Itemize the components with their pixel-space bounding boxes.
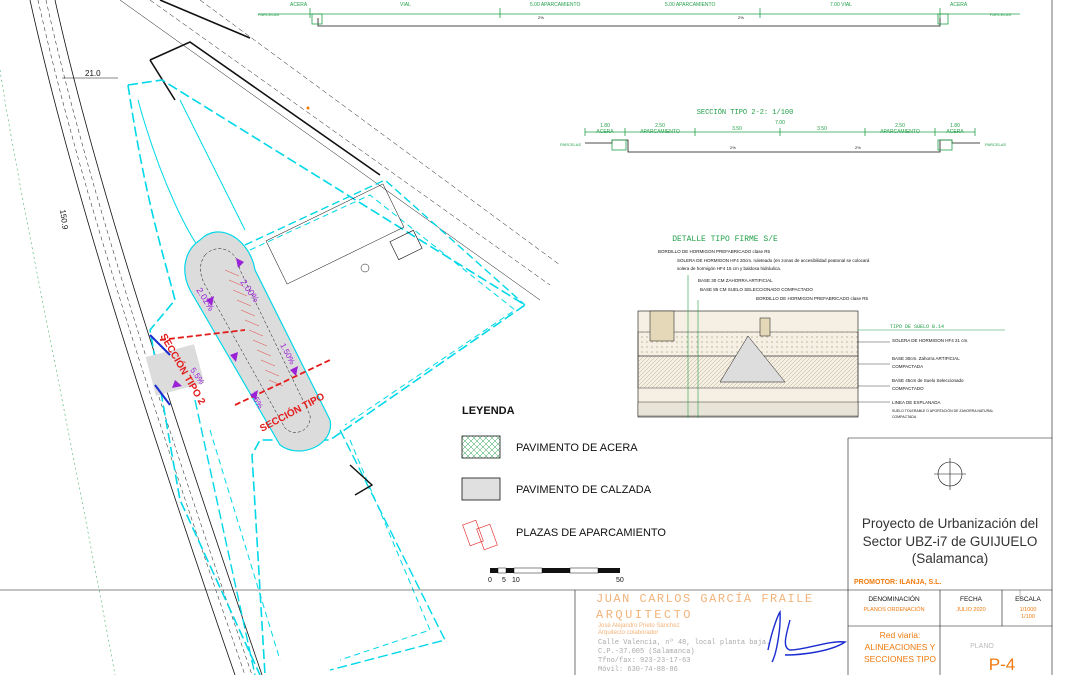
parking-swatch [462, 519, 498, 551]
plano-title-2: ALINEACIONES Y [865, 642, 936, 652]
suelo-note-7: SUELO TOLERABLE O APORTACIÓN DE ZAHORRA … [892, 408, 993, 413]
s2-label-parcelas-left: PARCELAS [560, 142, 581, 147]
top-label-vial: VIAL [400, 2, 411, 8]
s2-subdim-1: 3.50 [732, 126, 742, 132]
promotor: PROMOTOR: ILANJA, S.L. [854, 579, 941, 586]
escala-label: ESCALA [1015, 596, 1041, 603]
plan-drawing: PARCELAS ACERA VIAL 5.00 APARCAMIENTO 5.… [0, 0, 1053, 675]
architect-title: ARQUITECTO [596, 608, 693, 622]
s2-slope-1: 2% [730, 145, 736, 150]
address-3: Tfno/fax: 923-23-17-63 [598, 657, 690, 665]
escala-value-2: 1/100 [1021, 614, 1035, 620]
north-arrow-icon [934, 458, 966, 490]
plano-title-1: Red viaria: [880, 630, 921, 640]
project-title-2: Sector UBZ-i7 de GUIJUELO [863, 534, 1038, 549]
address-4: Móvil: 630-74-88-86 [598, 666, 678, 674]
top-label-aparcamiento-1: 5.00 APARCAMIENTO [530, 2, 580, 8]
firme-note-2: SOLERA DE HORMIGON HF4 20cm. ruleteado (… [677, 258, 870, 263]
suelo-note-5: COMPACTADO [892, 386, 924, 391]
firme-detail: DETALLE TIPO FIRME S/E BORDILLO DE HORMI… [637, 235, 1005, 419]
legend-title: LEYENDA [462, 405, 515, 417]
top-label-parcelas-right: PARCELAS [990, 12, 1011, 17]
firme-note-6: BORDILLO DE HORMIGON PREFABRICADO clase … [756, 296, 869, 301]
firme-note-4: BASE 30 CM ZAHORRA ARTIFICIAL [698, 278, 773, 283]
s2-label-acera-left: ACERA [596, 129, 614, 135]
s2-label-aparcamiento-left: APARCAMIENTO [640, 129, 680, 135]
suelo-title: TIPO DE SUELO B.14 [890, 324, 944, 330]
collaborator-name: José Alejandro Prieto Sánchez [598, 623, 680, 629]
scale-bar: 0 5 10 50 [488, 567, 624, 584]
legend: LEYENDA PAVIMENTO DE ACERA PAVIMENTO DE … [461, 405, 666, 584]
dim-21: 21.0 [85, 69, 101, 78]
project-title-1: Proyecto de Urbanización del [862, 516, 1038, 531]
scale-50: 50 [616, 577, 624, 584]
escala-value-1: 1/1000 [1020, 607, 1037, 613]
address-1: Calle Valencia, nº 48, local planta baja… [598, 639, 770, 647]
collaborator-role: Arquitecto colaborador [598, 630, 658, 636]
suelo-note-2: BASE 30cm. Zahorra ARTIFICIAL [892, 356, 960, 361]
s2-label-parcelas-right: PARCELAS [985, 142, 1006, 147]
s2-label-acera-right: ACERA [946, 129, 964, 135]
suelo-note-8: COMPACTADA [892, 415, 917, 419]
acera-swatch [461, 435, 501, 459]
plano-value: P-4 [989, 655, 1015, 674]
fecha-label: FECHA [960, 596, 983, 603]
project-title-3: (Salamanca) [912, 551, 989, 566]
firme-title: DETALLE TIPO FIRME S/E [672, 235, 778, 244]
top-label-acera-left: ACERA [290, 2, 308, 8]
s2-slope-2: 2% [855, 145, 861, 150]
s2-subdim-2: 3.50 [817, 126, 827, 132]
top-label-aparcamiento-2: 5.00 APARCAMIENTO [665, 2, 715, 8]
address-2: C.P.-37.005 (Salamanca) [598, 648, 695, 656]
s2-dim-3: 7.00 [775, 120, 785, 126]
firme-note-3: solera de hormigón HF4 15 cm y baldosa h… [677, 266, 781, 271]
signature [767, 609, 847, 663]
dim-150: 150.9 [58, 209, 70, 231]
legend-calzada: PAVIMENTO DE CALZADA [516, 484, 652, 496]
top-label-parcelas-left: PARCELAS [258, 12, 279, 17]
scale-10: 10 [512, 577, 520, 584]
top-slope-1: 2% [538, 15, 544, 20]
drawing-sheet: PARCELAS ACERA VIAL 5.00 APARCAMIENTO 5.… [0, 0, 1080, 675]
suelo-note-1: SOLERA DE HORMIGON HF4 21 cm. [892, 338, 969, 343]
top-label-acera-right: ACERA [950, 2, 968, 8]
section-2-2: SECCIÓN TIPO 2-2: 1/100 1.80 2.50 7.00 2… [560, 107, 1006, 153]
top-label-vial-2: 7.00 VIAL [830, 2, 852, 8]
top-section: PARCELAS ACERA VIAL 5.00 APARCAMIENTO 5.… [258, 2, 1020, 27]
legend-acera: PAVIMENTO DE ACERA [516, 442, 638, 454]
firme-note-5: BASE 85 CM SUELO SELECCIONADO COMPACTADO [700, 287, 813, 292]
plano-label: PLANO [970, 643, 994, 650]
calzada-swatch [461, 477, 501, 501]
scale-5: 5 [502, 577, 506, 584]
suelo-note-4: BASE 45cm de Suelo Seleccionado [892, 378, 964, 383]
plano-title-3: SECCIONES TIPO [864, 654, 936, 664]
fecha-value: JULIO 2020 [956, 607, 985, 613]
legend-aparcamiento: PLAZAS DE APARCAMIENTO [516, 527, 666, 539]
firme-note-1: BORDILLO DE HORMIGON PREFABRICADO clase … [658, 249, 771, 254]
section-2-title: SECCIÓN TIPO 2-2: 1/100 [697, 107, 794, 117]
s2-label-aparcamiento-right: APARCAMIENTO [880, 129, 920, 135]
site-plan: 21.0 150.9 2.00% 2.02% 5.5% 1.50% 1.5% S… [0, 0, 561, 675]
denominacion-value: PLANOS ORDENACIÓN [863, 606, 924, 613]
denominacion-label: DENOMINACIÓN [868, 594, 920, 603]
scale-0: 0 [488, 577, 492, 584]
architect-name: JUAN CARLOS GARCÍA FRAILE [596, 591, 814, 606]
suelo-note-3: COMPACTADA [892, 364, 923, 369]
top-slope-2: 2% [738, 15, 744, 20]
suelo-note-6: LINEA DE EXPLANADA [892, 400, 941, 405]
